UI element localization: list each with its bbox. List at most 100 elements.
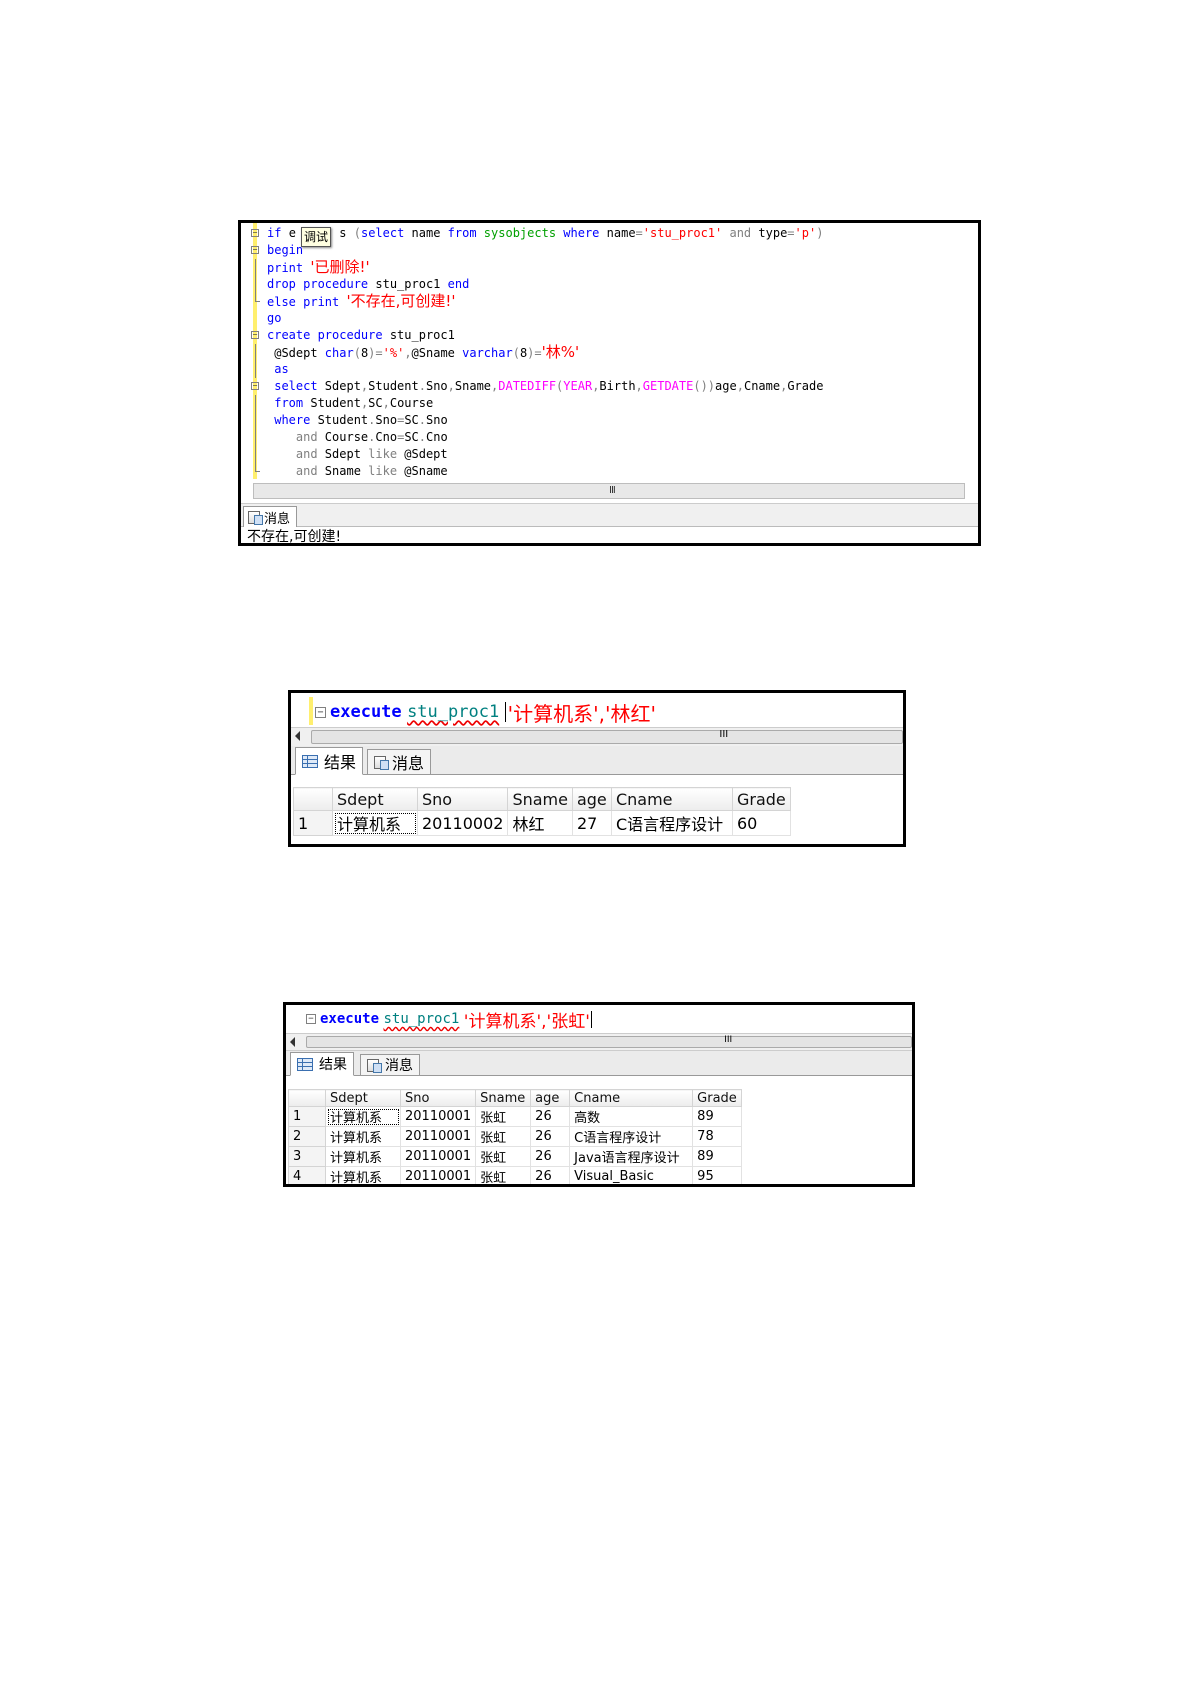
column-header[interactable]: Cname	[569, 1089, 694, 1107]
grid-cell[interactable]: 张虹	[475, 1106, 532, 1127]
grid-cell[interactable]: 27	[571, 810, 612, 836]
grid-cell[interactable]: 26	[530, 1106, 571, 1127]
grid-cell[interactable]: 张虹	[475, 1166, 532, 1184]
grid-cell[interactable]: 26	[530, 1126, 571, 1147]
code-token: begin	[267, 243, 304, 257]
code-token: )=	[368, 346, 383, 360]
grid-cell[interactable]: 计算机系	[325, 1166, 401, 1184]
code-token: @Sname	[404, 464, 448, 478]
column-header[interactable]: Grade	[731, 787, 791, 811]
table-row[interactable]: 1 计算机系 20110002 林红 27 C语言程序设计 60	[293, 810, 791, 836]
code-token: else print	[267, 295, 347, 309]
column-header[interactable]: Sno	[416, 787, 509, 811]
table-row[interactable]: 2 计算机系 20110001 张虹 26 C语言程序设计 78	[288, 1126, 743, 1147]
grid-cell[interactable]: 20110001	[399, 1146, 477, 1167]
grid-cell[interactable]: 计算机系	[325, 1146, 401, 1167]
code-line: and Course.Cno=SC.Cno	[251, 429, 974, 446]
scroll-left-icon[interactable]	[290, 1037, 295, 1047]
scroll-thumb[interactable]	[306, 1036, 912, 1048]
grid-corner[interactable]	[288, 1089, 326, 1107]
code-line: − select Sdept,Student.Sno,Sname,DATEDIF…	[251, 378, 974, 395]
grid-cell[interactable]: 60	[731, 810, 791, 836]
collapse-icon[interactable]: −	[315, 706, 326, 718]
fold-end	[255, 471, 260, 472]
row-number[interactable]: 3	[288, 1146, 326, 1167]
grid-cell[interactable]: 林红	[507, 810, 573, 836]
grid-cell[interactable]: 20110001	[399, 1126, 477, 1147]
row-number[interactable]: 1	[293, 810, 333, 836]
row-number[interactable]: 1	[288, 1106, 326, 1127]
table-row[interactable]: 4 计算机系 20110001 张虹 26 Visual_Basic 95	[288, 1166, 743, 1184]
row-number[interactable]: 2	[288, 1126, 326, 1147]
code-token: @Sname	[411, 346, 463, 360]
table-row[interactable]: 1 计算机系 20110001 张虹 26 高数 89	[288, 1106, 743, 1127]
code-editor[interactable]: − if e s (select name from sysobjects whe…	[251, 225, 974, 480]
grid-cell[interactable]: 20110001	[399, 1166, 477, 1184]
column-header[interactable]: Sname	[507, 787, 573, 811]
collapse-icon[interactable]: −	[251, 331, 259, 339]
procedure-arguments: '计算机系','张虹'	[463, 1011, 590, 1032]
code-token: Student	[368, 379, 419, 393]
grid-cell[interactable]: 78	[692, 1126, 743, 1147]
tab-messages[interactable]: 消息	[243, 506, 298, 527]
column-header[interactable]: Sdept	[332, 787, 418, 811]
debug-tooltip: 调试	[301, 227, 332, 247]
horizontal-scrollbar[interactable]: III	[253, 483, 965, 499]
code-editor[interactable]: − execute stu_proc1 '计算机系','林红'	[291, 697, 903, 727]
grid-cell[interactable]: 张虹	[475, 1146, 532, 1167]
grid-cell[interactable]: 26	[530, 1166, 571, 1184]
grid-cell[interactable]: 26	[530, 1146, 571, 1167]
table-row[interactable]: 3 计算机系 20110001 张虹 26 Java语言程序设计 89	[288, 1146, 743, 1167]
results-tab-bar: 消息	[241, 503, 978, 527]
column-header[interactable]: Grade	[692, 1089, 743, 1107]
column-header[interactable]: Cname	[610, 787, 733, 811]
grid-cell[interactable]: 高数	[569, 1106, 694, 1127]
code-line: and Sdept like @Sdept	[251, 446, 974, 463]
grid-cell[interactable]: 20110002	[416, 810, 509, 836]
grid-cell[interactable]: 89	[692, 1146, 743, 1167]
code-editor[interactable]: − execute stu_proc1 '计算机系','张虹'	[286, 1007, 912, 1032]
grid-corner[interactable]	[293, 787, 333, 811]
collapse-icon[interactable]: −	[251, 246, 259, 254]
grid-cell[interactable]: 计算机系	[325, 1106, 401, 1127]
grid-cell[interactable]: 20110001	[399, 1106, 477, 1127]
column-header[interactable]: Sno	[399, 1089, 477, 1107]
tab-results[interactable]: 结果	[295, 747, 364, 775]
code-token: Student	[310, 396, 361, 410]
results-grid[interactable]: Sdept Sno Sname age Cname Grade 1 计算机系 20110001 张…	[288, 1089, 743, 1184]
scroll-thumb[interactable]	[311, 730, 903, 744]
horizontal-scrollbar[interactable]: III	[286, 1033, 912, 1051]
tab-messages[interactable]: 消息	[360, 1054, 420, 1076]
column-header[interactable]: Sname	[475, 1089, 532, 1107]
scroll-left-icon[interactable]	[295, 731, 300, 741]
grid-cell[interactable]: Java语言程序设计	[569, 1146, 694, 1167]
grid-cell[interactable]: 95	[692, 1166, 743, 1184]
grid-cell[interactable]: 计算机系	[332, 810, 418, 836]
grid-cell[interactable]: 计算机系	[325, 1126, 401, 1147]
horizontal-scrollbar[interactable]: III	[291, 727, 903, 747]
code-token: and	[729, 226, 759, 240]
results-grid[interactable]: Sdept Sno Sname age Cname Grade 1 计算机系 20110002 林…	[293, 787, 791, 836]
collapse-icon[interactable]: −	[306, 1014, 316, 1024]
grid-cell[interactable]: C语言程序设计	[610, 810, 733, 836]
collapse-icon[interactable]: −	[251, 382, 259, 390]
code-token: ,	[447, 379, 455, 393]
code-token: SC	[404, 413, 419, 427]
fold-guide	[255, 276, 256, 293]
code-token: where	[563, 226, 607, 240]
grid-cell[interactable]: Visual_Basic	[569, 1166, 694, 1184]
column-header[interactable]: Sdept	[325, 1089, 401, 1107]
grid-cell[interactable]: 张虹	[475, 1126, 532, 1147]
tab-messages[interactable]: 消息	[367, 749, 432, 775]
code-token: '林%'	[541, 343, 580, 361]
code-token: '已删除!'	[310, 258, 370, 276]
column-header[interactable]: age	[530, 1089, 571, 1107]
column-header[interactable]: age	[571, 787, 612, 811]
collapse-icon[interactable]: −	[251, 229, 259, 237]
code-token: 'stu_proc1'	[642, 226, 730, 240]
grid-cell[interactable]: 89	[692, 1106, 743, 1127]
row-number[interactable]: 4	[288, 1166, 326, 1184]
grid-cell[interactable]: C语言程序设计	[569, 1126, 694, 1147]
code-token: Sdept	[324, 447, 369, 461]
tab-results[interactable]: 结果	[290, 1052, 354, 1076]
